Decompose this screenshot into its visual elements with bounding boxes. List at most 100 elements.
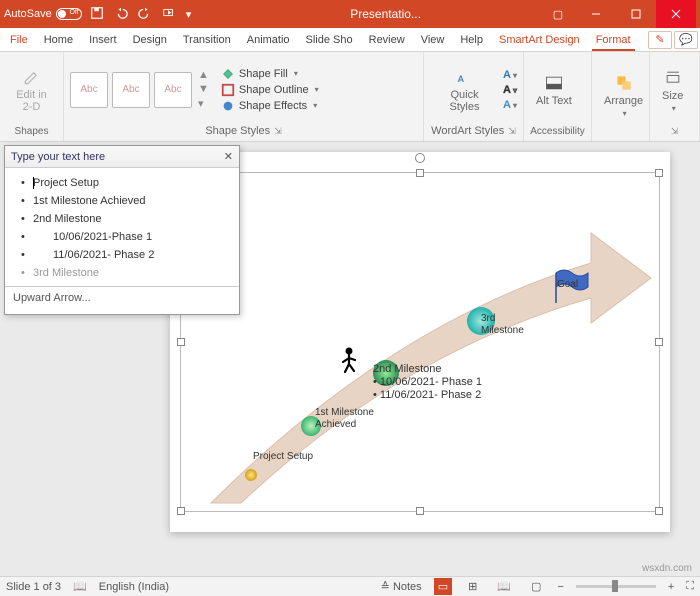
shape-style-preset-3[interactable]: Abc: [154, 72, 192, 108]
shape-style-preset-1[interactable]: Abc: [70, 72, 108, 108]
shape-outline-button[interactable]: Shape Outline▾: [221, 83, 319, 97]
size-launcher-icon[interactable]: ⇲: [671, 126, 679, 137]
notes-button[interactable]: ≙ Notes: [381, 580, 422, 593]
text-pane-body[interactable]: Project Setup 1st Milestone Achieved 2nd…: [5, 168, 239, 286]
window-title: Presentatio...: [191, 7, 540, 21]
language-indicator[interactable]: English (India): [99, 581, 169, 593]
gallery-up-icon[interactable]: ▲: [198, 69, 209, 81]
tab-file[interactable]: File: [2, 30, 36, 50]
resize-handle[interactable]: [177, 507, 185, 515]
alt-text-button[interactable]: Alt Text: [530, 71, 578, 109]
text-item[interactable]: Project Setup: [19, 174, 235, 192]
gallery-more-icon[interactable]: ▾: [198, 97, 209, 110]
label-milestone-2: 2nd Milestone • 10/06/2021- Phase 1 • 11…: [373, 363, 482, 403]
zoom-slider[interactable]: [576, 585, 656, 588]
shape-style-preset-2[interactable]: Abc: [112, 72, 150, 108]
wordart-icon: A: [455, 67, 475, 87]
text-pane-close-icon[interactable]: ✕: [224, 150, 233, 163]
tab-smartart-design[interactable]: SmartArt Design: [491, 30, 588, 50]
fit-to-window-icon[interactable]: ⛶: [686, 580, 694, 593]
text-pane-footer: Upward Arrow...: [5, 286, 239, 309]
text-outline-button[interactable]: A▾: [503, 84, 517, 96]
arrange-button[interactable]: Arrange▾: [598, 71, 649, 120]
redo-icon[interactable]: [138, 6, 152, 23]
arrange-icon: [614, 73, 634, 93]
save-icon[interactable]: [90, 6, 104, 23]
text-item[interactable]: 1st Milestone Achieved: [19, 192, 235, 210]
quick-styles-button[interactable]: A Quick Styles: [430, 65, 499, 115]
autosave-toggle[interactable]: AutoSave Off: [4, 8, 82, 20]
size-icon: [663, 68, 683, 88]
titlebar: AutoSave Off ▾ Presentatio... ▢: [0, 0, 700, 28]
smartart-text-pane[interactable]: Type your text here ✕ Project Setup 1st …: [4, 145, 240, 315]
zoom-in-icon[interactable]: +: [668, 581, 674, 593]
text-fill-button[interactable]: A▾: [503, 69, 517, 81]
shape-effects-button[interactable]: Shape Effects▾: [221, 99, 319, 113]
text-effects-button[interactable]: A▾: [503, 99, 517, 111]
tab-animations[interactable]: Animatio: [239, 30, 298, 50]
shape-styles-launcher-icon[interactable]: ⇲: [274, 126, 282, 137]
shape-effects-icon: [221, 99, 235, 113]
statusbar: Slide 1 of 3 📖 English (India) ≙ Notes ▭…: [0, 576, 700, 596]
edit-in-2d-button: Edit in 2-D: [6, 65, 57, 115]
share-button[interactable]: ✎: [648, 31, 672, 49]
tab-design[interactable]: Design: [125, 30, 175, 50]
label-milestone-3: 3rd Milestone: [481, 313, 531, 337]
group-shape-styles-label: Shape Styles: [205, 125, 270, 137]
text-item[interactable]: 11/06/2021- Phase 2: [19, 246, 235, 264]
reading-view-icon[interactable]: 📖: [493, 578, 515, 595]
tab-review[interactable]: Review: [361, 30, 413, 50]
smartart-selection[interactable]: Project Setup 1st Milestone Achieved 2nd…: [180, 172, 660, 512]
slide[interactable]: Project Setup 1st Milestone Achieved 2nd…: [170, 152, 670, 532]
edit-2d-icon: [22, 67, 42, 87]
quick-access-toolbar: ▾: [90, 6, 192, 23]
tab-format[interactable]: Format: [588, 30, 639, 50]
undo-icon[interactable]: [114, 6, 128, 23]
text-item[interactable]: 2nd Milestone: [19, 210, 235, 228]
zoom-out-icon[interactable]: −: [557, 581, 563, 593]
wordart-launcher-icon[interactable]: ⇲: [508, 126, 516, 137]
normal-view-icon[interactable]: ▭: [434, 578, 452, 595]
alt-text-icon: [544, 73, 564, 93]
size-button[interactable]: Size▾: [656, 66, 689, 115]
tab-help[interactable]: Help: [452, 30, 491, 50]
close-button[interactable]: [656, 0, 696, 28]
shape-fill-button[interactable]: Shape Fill▾: [221, 67, 319, 81]
comments-button[interactable]: 💬: [674, 31, 698, 49]
text-pane-header: Type your text here ✕: [5, 146, 239, 168]
rotate-handle-icon[interactable]: [415, 153, 425, 163]
autosave-label: AutoSave: [4, 8, 52, 20]
tab-transitions[interactable]: Transition: [175, 30, 239, 50]
watermark: wsxdn.com: [642, 563, 692, 574]
resize-handle[interactable]: [416, 169, 424, 177]
label-goal: Goal: [557, 279, 578, 291]
label-milestone-1: 1st Milestone Achieved: [315, 407, 375, 431]
walker-icon: [343, 348, 355, 373]
text-item[interactable]: 10/06/2021-Phase 1: [19, 228, 235, 246]
maximize-button[interactable]: [616, 0, 656, 28]
group-shapes-label: Shapes: [6, 126, 57, 139]
toggle-off-icon: Off: [56, 8, 82, 20]
tab-insert[interactable]: Insert: [81, 30, 125, 50]
spellcheck-icon[interactable]: 📖: [73, 580, 87, 593]
text-item[interactable]: 3rd Milestone: [19, 264, 235, 282]
slideshow-view-icon[interactable]: ▢: [527, 578, 545, 595]
tab-home[interactable]: Home: [36, 30, 81, 50]
shape-outline-icon: [221, 83, 235, 97]
slide-sorter-icon[interactable]: ⊞: [464, 578, 481, 595]
resize-handle[interactable]: [177, 338, 185, 346]
group-wordart-label: WordArt Styles: [431, 125, 504, 137]
gallery-down-icon[interactable]: ▼: [198, 83, 209, 95]
group-accessibility-label: Accessibility: [530, 126, 585, 139]
tab-view[interactable]: View: [413, 30, 453, 50]
ribbon: Edit in 2-D Shapes Abc Abc Abc ▲ ▼ ▾ Sha…: [0, 52, 700, 142]
label-project-setup: Project Setup: [253, 451, 313, 463]
slide-counter[interactable]: Slide 1 of 3: [6, 581, 61, 593]
resize-handle[interactable]: [655, 169, 663, 177]
ribbon-tabs: File Home Insert Design Transition Anima…: [0, 28, 700, 52]
tab-slideshow[interactable]: Slide Sho: [298, 30, 361, 50]
start-from-beginning-icon[interactable]: [162, 6, 176, 23]
shape-fill-icon: [221, 67, 235, 81]
ribbon-display-icon[interactable]: ▢: [540, 8, 576, 21]
minimize-button[interactable]: [576, 0, 616, 28]
